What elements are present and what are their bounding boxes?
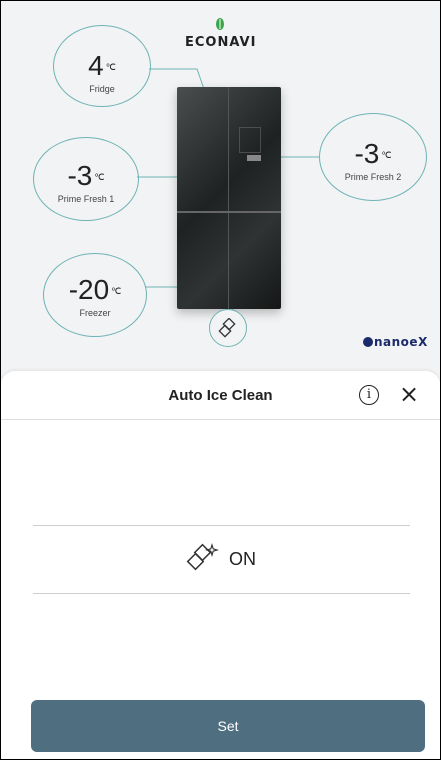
auto-ice-clean-sheet: Auto Ice Clean i × ON Set [1, 371, 440, 759]
prime-fresh-2-temp-unit: ℃ [381, 150, 392, 161]
fridge-temp-value: 4 [88, 50, 104, 81]
fridge-overview: ECONAVI 4 ℃ Fridge -3 ℃ Prime Fresh 1 -3 ℃ [1, 1, 440, 381]
picker-selected-value: ON [229, 548, 256, 569]
prime-fresh-1-temp-value: -3 [67, 160, 93, 191]
set-button[interactable]: Set [31, 700, 425, 752]
nanoe-dot-icon [363, 337, 373, 347]
sheet-header: Auto Ice Clean i × [1, 371, 440, 420]
picker-divider-top [33, 525, 410, 526]
fridge-temp-bubble[interactable]: 4 ℃ Fridge [53, 25, 151, 107]
nanoe-x-mark: X [418, 335, 428, 349]
freezer-temp-unit: ℃ [111, 286, 122, 297]
prime-fresh-2-label: Prime Fresh 2 [344, 172, 402, 182]
prime-fresh-1-temp-unit: ℃ [94, 172, 105, 183]
ice-cubes-icon [218, 318, 236, 338]
freezer-label: Freezer [79, 308, 111, 318]
fridge-temp-unit: ℃ [105, 62, 116, 73]
prime-fresh-1-label: Prime Fresh 1 [57, 194, 115, 204]
info-icon[interactable]: i [359, 385, 379, 405]
nanoe-wordmark: nanoe [374, 335, 419, 349]
fridge-label: Fridge [89, 84, 115, 94]
ice-clean-icon [186, 543, 219, 571]
freezer-temp-bubble[interactable]: -20 ℃ Freezer [43, 253, 147, 337]
refrigerator-image [177, 87, 281, 309]
freezer-temp-value: -20 [68, 274, 110, 305]
ice-maker-button[interactable] [209, 309, 247, 347]
prime-fresh-2-temp-bubble[interactable]: -3 ℃ Prime Fresh 2 [319, 113, 427, 201]
mode-picker[interactable]: ON [1, 539, 440, 579]
close-icon[interactable]: × [398, 382, 420, 406]
prime-fresh-2-temp-value: -3 [354, 138, 380, 169]
picker-divider-bottom [33, 593, 410, 594]
nanoe-x-logo: nanoeX [363, 335, 428, 349]
app-frame: ECONAVI 4 ℃ Fridge -3 ℃ Prime Fresh 1 -3 ℃ [0, 0, 441, 760]
prime-fresh-1-temp-bubble[interactable]: -3 ℃ Prime Fresh 1 [33, 137, 139, 221]
